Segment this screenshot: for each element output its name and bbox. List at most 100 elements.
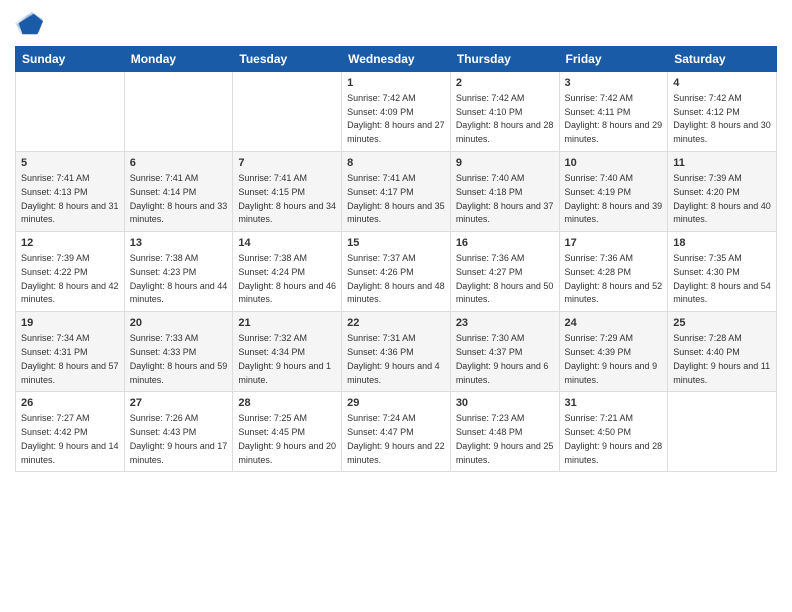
- calendar-cell: 25 Sunrise: 7:28 AM Sunset: 4:40 PM Dayli…: [668, 312, 777, 392]
- calendar-cell: 2Sunrise: 7:42 AM Sunset: 4:10 PM Daylig…: [450, 72, 559, 152]
- calendar-header-monday: Monday: [124, 47, 233, 72]
- day-number: 31: [565, 396, 663, 411]
- calendar-cell: 28 Sunrise: 7:25 AM Sunset: 4:45 PM Dayli…: [233, 392, 342, 472]
- day-number: 25: [673, 316, 771, 331]
- calendar-header-friday: Friday: [559, 47, 668, 72]
- calendar-cell: 20Sunrise: 7:33 AM Sunset: 4:33 PM Dayli…: [124, 312, 233, 392]
- day-info: Sunrise: 7:33 AM Sunset: 4:33 PM Dayligh…: [130, 333, 228, 384]
- day-number: 27: [130, 396, 228, 411]
- calendar-cell: 12Sunrise: 7:39 AM Sunset: 4:22 PM Dayli…: [16, 232, 125, 312]
- calendar-header-sunday: Sunday: [16, 47, 125, 72]
- day-info: Sunrise: 7:42 AM Sunset: 4:12 PM Dayligh…: [673, 93, 771, 144]
- calendar-cell: 15 Sunrise: 7:37 AM Sunset: 4:26 PM Dayli…: [342, 232, 451, 312]
- day-number: 21: [238, 316, 336, 331]
- day-info: Sunrise: 7:25 AM Sunset: 4:45 PM Dayligh…: [238, 413, 336, 464]
- day-info: Sunrise: 7:35 AM Sunset: 4:30 PM Dayligh…: [673, 253, 771, 304]
- day-number: 6: [130, 156, 228, 171]
- day-number: 22: [347, 316, 445, 331]
- day-number: 19: [21, 316, 119, 331]
- day-info: Sunrise: 7:40 AM Sunset: 4:19 PM Dayligh…: [565, 173, 663, 224]
- day-info: Sunrise: 7:38 AM Sunset: 4:24 PM Dayligh…: [238, 253, 336, 304]
- day-info: Sunrise: 7:28 AM Sunset: 4:40 PM Dayligh…: [673, 333, 770, 384]
- calendar-cell: 16Sunrise: 7:36 AM Sunset: 4:27 PM Dayli…: [450, 232, 559, 312]
- calendar-cell: 1 Sunrise: 7:42 AM Sunset: 4:09 PM Daylig…: [342, 72, 451, 152]
- day-info: Sunrise: 7:31 AM Sunset: 4:36 PM Dayligh…: [347, 333, 440, 384]
- day-number: 15: [347, 236, 445, 251]
- day-number: 3: [565, 76, 663, 91]
- calendar-cell: 31 Sunrise: 7:21 AM Sunset: 4:50 PM Dayli…: [559, 392, 668, 472]
- day-info: Sunrise: 7:24 AM Sunset: 4:47 PM Dayligh…: [347, 413, 445, 464]
- day-info: Sunrise: 7:41 AM Sunset: 4:13 PM Dayligh…: [21, 173, 119, 224]
- calendar-cell: 27 Sunrise: 7:26 AM Sunset: 4:43 PM Dayli…: [124, 392, 233, 472]
- day-number: 5: [21, 156, 119, 171]
- day-info: Sunrise: 7:34 AM Sunset: 4:31 PM Dayligh…: [21, 333, 119, 384]
- day-number: 12: [21, 236, 119, 251]
- calendar-cell: 5 Sunrise: 7:41 AM Sunset: 4:13 PM Daylig…: [16, 152, 125, 232]
- day-number: 29: [347, 396, 445, 411]
- day-number: 17: [565, 236, 663, 251]
- day-info: Sunrise: 7:41 AM Sunset: 4:14 PM Dayligh…: [130, 173, 228, 224]
- day-number: 7: [238, 156, 336, 171]
- calendar-cell: 29 Sunrise: 7:24 AM Sunset: 4:47 PM Dayli…: [342, 392, 451, 472]
- calendar-header-wednesday: Wednesday: [342, 47, 451, 72]
- calendar-cell: 22 Sunrise: 7:31 AM Sunset: 4:36 PM Dayli…: [342, 312, 451, 392]
- day-info: Sunrise: 7:40 AM Sunset: 4:18 PM Dayligh…: [456, 173, 554, 224]
- calendar-cell: 10Sunrise: 7:40 AM Sunset: 4:19 PM Dayli…: [559, 152, 668, 232]
- calendar-week-5: 26Sunrise: 7:27 AM Sunset: 4:42 PM Dayli…: [16, 392, 777, 472]
- day-info: Sunrise: 7:38 AM Sunset: 4:23 PM Dayligh…: [130, 253, 228, 304]
- day-number: 8: [347, 156, 445, 171]
- calendar-cell: [16, 72, 125, 152]
- calendar-cell: 23Sunrise: 7:30 AM Sunset: 4:37 PM Dayli…: [450, 312, 559, 392]
- calendar-cell: 13 Sunrise: 7:38 AM Sunset: 4:23 PM Dayli…: [124, 232, 233, 312]
- calendar-week-4: 19 Sunrise: 7:34 AM Sunset: 4:31 PM Dayli…: [16, 312, 777, 392]
- logo-icon: [15, 10, 43, 38]
- calendar-cell: 6 Sunrise: 7:41 AM Sunset: 4:14 PM Daylig…: [124, 152, 233, 232]
- day-info: Sunrise: 7:21 AM Sunset: 4:50 PM Dayligh…: [565, 413, 663, 464]
- calendar-cell: 18Sunrise: 7:35 AM Sunset: 4:30 PM Dayli…: [668, 232, 777, 312]
- calendar-cell: 17 Sunrise: 7:36 AM Sunset: 4:28 PM Dayli…: [559, 232, 668, 312]
- header: [15, 10, 777, 38]
- day-info: Sunrise: 7:41 AM Sunset: 4:17 PM Dayligh…: [347, 173, 445, 224]
- calendar-cell: [124, 72, 233, 152]
- logo: [15, 10, 47, 38]
- day-number: 11: [673, 156, 771, 171]
- calendar-header-saturday: Saturday: [668, 47, 777, 72]
- day-number: 23: [456, 316, 554, 331]
- day-info: Sunrise: 7:42 AM Sunset: 4:09 PM Dayligh…: [347, 93, 445, 144]
- calendar-cell: 30Sunrise: 7:23 AM Sunset: 4:48 PM Dayli…: [450, 392, 559, 472]
- calendar-cell: 4 Sunrise: 7:42 AM Sunset: 4:12 PM Daylig…: [668, 72, 777, 152]
- calendar-week-2: 5 Sunrise: 7:41 AM Sunset: 4:13 PM Daylig…: [16, 152, 777, 232]
- day-number: 28: [238, 396, 336, 411]
- calendar-header-tuesday: Tuesday: [233, 47, 342, 72]
- day-number: 24: [565, 316, 663, 331]
- day-number: 13: [130, 236, 228, 251]
- calendar-cell: 24Sunrise: 7:29 AM Sunset: 4:39 PM Dayli…: [559, 312, 668, 392]
- day-info: Sunrise: 7:42 AM Sunset: 4:10 PM Dayligh…: [456, 93, 554, 144]
- day-number: 14: [238, 236, 336, 251]
- calendar-week-1: 1 Sunrise: 7:42 AM Sunset: 4:09 PM Daylig…: [16, 72, 777, 152]
- calendar-cell: [233, 72, 342, 152]
- day-info: Sunrise: 7:37 AM Sunset: 4:26 PM Dayligh…: [347, 253, 445, 304]
- calendar-cell: [668, 392, 777, 472]
- calendar-cell: 9 Sunrise: 7:40 AM Sunset: 4:18 PM Daylig…: [450, 152, 559, 232]
- day-info: Sunrise: 7:23 AM Sunset: 4:48 PM Dayligh…: [456, 413, 554, 464]
- calendar-cell: 14 Sunrise: 7:38 AM Sunset: 4:24 PM Dayli…: [233, 232, 342, 312]
- day-info: Sunrise: 7:39 AM Sunset: 4:20 PM Dayligh…: [673, 173, 771, 224]
- calendar-header-row: SundayMondayTuesdayWednesdayThursdayFrid…: [16, 47, 777, 72]
- calendar-cell: 8 Sunrise: 7:41 AM Sunset: 4:17 PM Daylig…: [342, 152, 451, 232]
- day-info: Sunrise: 7:26 AM Sunset: 4:43 PM Dayligh…: [130, 413, 228, 464]
- day-info: Sunrise: 7:36 AM Sunset: 4:27 PM Dayligh…: [456, 253, 554, 304]
- day-info: Sunrise: 7:32 AM Sunset: 4:34 PM Dayligh…: [238, 333, 331, 384]
- day-number: 9: [456, 156, 554, 171]
- page: SundayMondayTuesdayWednesdayThursdayFrid…: [0, 0, 792, 612]
- calendar: SundayMondayTuesdayWednesdayThursdayFrid…: [15, 46, 777, 472]
- calendar-cell: 3 Sunrise: 7:42 AM Sunset: 4:11 PM Daylig…: [559, 72, 668, 152]
- day-number: 4: [673, 76, 771, 91]
- day-info: Sunrise: 7:41 AM Sunset: 4:15 PM Dayligh…: [238, 173, 336, 224]
- day-number: 26: [21, 396, 119, 411]
- calendar-cell: 19 Sunrise: 7:34 AM Sunset: 4:31 PM Dayli…: [16, 312, 125, 392]
- calendar-cell: 7 Sunrise: 7:41 AM Sunset: 4:15 PM Daylig…: [233, 152, 342, 232]
- day-info: Sunrise: 7:36 AM Sunset: 4:28 PM Dayligh…: [565, 253, 663, 304]
- day-number: 1: [347, 76, 445, 91]
- day-info: Sunrise: 7:42 AM Sunset: 4:11 PM Dayligh…: [565, 93, 663, 144]
